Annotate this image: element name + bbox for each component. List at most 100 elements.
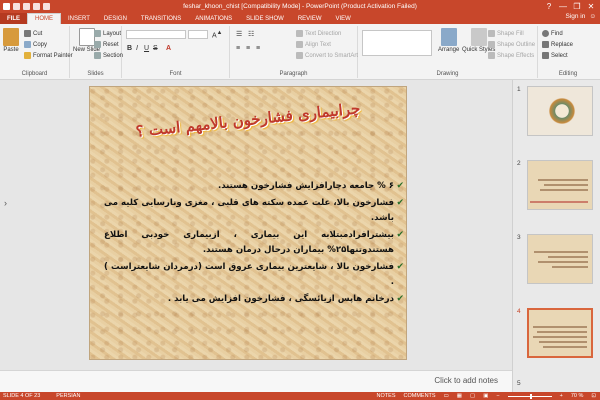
align-center-icon[interactable]: ≡	[246, 45, 250, 52]
cut-button[interactable]: Cut	[24, 30, 42, 37]
numbering-icon[interactable]: ☷	[248, 30, 254, 38]
paste-button[interactable]: Paste	[3, 28, 19, 53]
zoom-in-icon[interactable]: +	[560, 393, 563, 399]
paint-bucket-icon	[488, 30, 495, 37]
tab-view[interactable]: VIEW	[329, 13, 358, 24]
title-bar: feshar_khoon_chist [Compatibility Mode] …	[0, 0, 600, 12]
ornament-icon	[547, 95, 577, 127]
slide-sorter-icon[interactable]: ▦	[457, 393, 462, 399]
thumbnail-text-line	[540, 189, 588, 191]
cursor-icon	[542, 52, 549, 59]
checkmark-bullet-icon: ✔	[396, 262, 404, 272]
reset-button[interactable]: Reset	[94, 41, 119, 48]
undo-icon[interactable]	[23, 2, 30, 10]
bullets-icon[interactable]: ☰	[236, 30, 242, 38]
zoom-out-icon[interactable]: −	[496, 393, 499, 399]
strikethrough-button[interactable]: S	[153, 45, 158, 52]
tab-transitions[interactable]: TRANSITIONS	[134, 13, 188, 24]
sign-in[interactable]: Sign in ☺	[565, 13, 596, 20]
group-label-clipboard: Clipboard	[21, 71, 48, 77]
shape-fill-button[interactable]: Shape Fill	[488, 30, 524, 37]
arrange-button[interactable]: Arrange	[438, 28, 459, 53]
notes-pane[interactable]: Click to add notes	[0, 370, 512, 392]
thumbnail-text-line	[538, 179, 588, 181]
shape-outline-button[interactable]: Shape Outline	[488, 41, 535, 48]
checkmark-bullet-icon: ✔	[396, 198, 404, 208]
font-name-box[interactable]	[126, 30, 186, 39]
bullet-item: ✔ ۶ % جامعه دچارافزایش فشارخون هستند.	[104, 179, 404, 194]
slide-bullet-list[interactable]: ✔ ۶ % جامعه دچارافزایش فشارخون هستند. ✔ فش…	[104, 179, 404, 309]
thumbnail-text-line	[552, 266, 588, 268]
tab-insert[interactable]: INSERT	[61, 13, 97, 24]
tab-file[interactable]: FILE	[0, 13, 27, 24]
grow-font-icon[interactable]: A▲	[212, 30, 222, 39]
tab-design[interactable]: DESIGN	[97, 13, 134, 24]
italic-button[interactable]: I	[136, 45, 138, 52]
align-left-icon[interactable]: ≡	[236, 45, 240, 52]
slide-thumbnail-3[interactable]	[527, 234, 593, 284]
font-color-button[interactable]: A	[166, 45, 171, 52]
align-text-button[interactable]: Align Text	[296, 41, 331, 48]
group-label-font: Font	[169, 71, 182, 77]
layout-button[interactable]: Layout	[94, 30, 121, 37]
font-size-box[interactable]	[188, 30, 208, 39]
select-button[interactable]: Select	[542, 52, 568, 59]
replace-button[interactable]: Replace	[542, 41, 573, 48]
reading-view-icon[interactable]: ▢	[470, 393, 475, 399]
paintbrush-icon	[24, 52, 31, 59]
thumbnail-text-line	[539, 341, 587, 343]
convert-smartart-button[interactable]: Convert to SmartArt	[296, 52, 358, 59]
group-font: B I U S A A▲ Font	[122, 26, 230, 78]
tab-slide-show[interactable]: SLIDE SHOW	[239, 13, 291, 24]
tab-review[interactable]: REVIEW	[291, 13, 329, 24]
notes-placeholder[interactable]: Click to add notes	[434, 376, 498, 385]
slide-thumbnail-4[interactable]	[527, 308, 593, 358]
start-slideshow-icon[interactable]	[43, 2, 50, 10]
thumbnail-number: 1	[517, 86, 521, 93]
zoom-slider[interactable]	[507, 393, 552, 399]
sign-in-label[interactable]: Sign in	[565, 13, 585, 20]
restore-button[interactable]: ❐	[570, 0, 584, 12]
slide-title[interactable]: چرابیماری فشارخون بالامهم است ؟	[134, 99, 363, 141]
close-button[interactable]: ✕	[584, 0, 598, 12]
tab-home[interactable]: HOME	[27, 13, 61, 24]
redo-icon[interactable]	[33, 2, 40, 10]
underline-button[interactable]: U	[144, 45, 149, 52]
comments-toggle[interactable]: COMMENTS	[404, 393, 436, 399]
smiley-icon[interactable]: ☺	[589, 13, 596, 20]
arrange-icon	[440, 28, 457, 46]
ribbon-home: Paste Cut Copy Format Painter Clipboard …	[0, 24, 600, 80]
slideshow-view-icon[interactable]: ▣	[483, 393, 488, 399]
find-button[interactable]: Find	[542, 30, 563, 37]
window-controls: ? — ❐ ✕	[542, 0, 598, 12]
help-button[interactable]: ?	[542, 0, 556, 12]
group-label-editing: Editing	[558, 71, 578, 77]
slide-thumbnail-2[interactable]	[527, 160, 593, 210]
tab-animations[interactable]: ANIMATIONS	[188, 13, 239, 24]
save-icon[interactable]	[13, 2, 20, 10]
magnifier-icon	[542, 30, 549, 37]
current-slide[interactable]: چرابیماری فشارخون بالامهم است ؟ ✔ ۶ % جام…	[89, 86, 407, 360]
window-title: feshar_khoon_chist [Compatibility Mode] …	[183, 2, 417, 10]
language-indicator[interactable]: PERSIAN	[56, 393, 80, 399]
bold-button[interactable]: B	[127, 45, 132, 52]
normal-view-icon[interactable]: ▭	[444, 393, 449, 399]
minimize-button[interactable]: —	[556, 0, 570, 12]
expand-left-pane-icon[interactable]: ›	[4, 198, 7, 208]
shapes-gallery[interactable]	[362, 30, 432, 56]
thumbnail-number: 2	[517, 160, 521, 167]
zoom-level[interactable]: 70 %	[571, 393, 584, 399]
notes-toggle[interactable]: NOTES	[377, 393, 396, 399]
text-direction-button[interactable]: Text Direction	[296, 30, 341, 37]
section-icon	[94, 52, 101, 59]
paste-icon	[3, 28, 19, 46]
section-button[interactable]: Section	[94, 52, 123, 59]
format-painter-button[interactable]: Format Painter	[24, 52, 73, 59]
slide-thumbnail-1[interactable]	[527, 86, 593, 136]
align-right-icon[interactable]: ≡	[256, 45, 260, 52]
thumbnail-number: 5	[517, 380, 521, 387]
shape-effects-button[interactable]: Shape Effects	[488, 52, 534, 59]
fit-slide-icon[interactable]: ⊡	[591, 393, 596, 399]
checkmark-bullet-icon: ✔	[396, 181, 404, 191]
copy-button[interactable]: Copy	[24, 41, 47, 48]
